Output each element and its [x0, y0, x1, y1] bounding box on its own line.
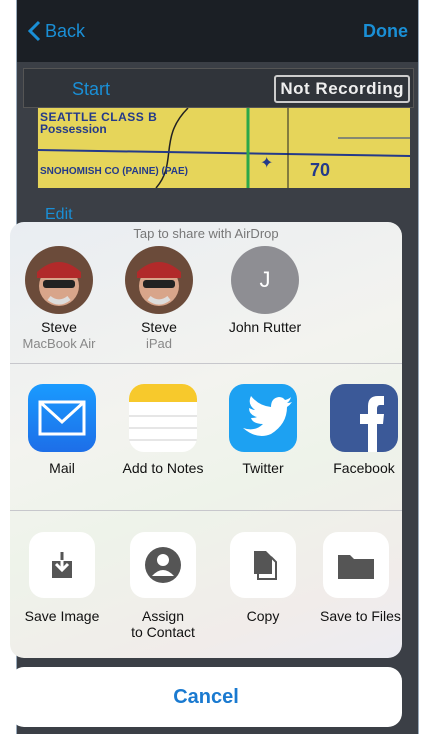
cancel-button[interactable]: Cancel	[10, 667, 402, 727]
airdrop-contact[interactable]: J John Rutter	[220, 246, 310, 335]
share-app-twitter[interactable]: Twitter	[214, 384, 312, 476]
recording-bar: Start Not Recording	[23, 68, 414, 108]
contact-name: John Rutter	[228, 319, 302, 335]
folder-icon	[323, 532, 389, 598]
start-button[interactable]: Start	[72, 79, 110, 100]
app-label: Twitter	[242, 460, 284, 476]
contact-device: iPad	[145, 336, 173, 351]
person-photo-icon	[125, 246, 193, 314]
avatar	[25, 246, 93, 314]
copy-icon	[230, 532, 296, 598]
share-sheet: Tap to share with AirDrop Steve MacBook …	[10, 222, 402, 658]
notes-icon	[129, 384, 197, 452]
contact-device: MacBook Air	[22, 336, 96, 351]
action-assign-contact[interactable]: Assign to Contact	[114, 532, 212, 640]
chevron-left-icon	[27, 20, 41, 42]
contact-name: Steve	[41, 319, 77, 335]
avatar	[125, 246, 193, 314]
back-label: Back	[45, 20, 86, 41]
share-app-mail[interactable]: Mail	[13, 384, 111, 476]
divider	[10, 510, 402, 511]
share-app-facebook[interactable]: Facebook	[315, 384, 402, 476]
save-image-icon	[29, 532, 95, 598]
airdrop-contact[interactable]: Steve MacBook Air	[14, 246, 104, 351]
map-label: Possession	[40, 122, 107, 136]
action-copy[interactable]: Copy	[214, 532, 312, 624]
svg-text:✦: ✦	[260, 155, 273, 172]
action-label: Save to Files	[320, 608, 401, 624]
back-button[interactable]: Back	[27, 20, 85, 42]
done-button[interactable]: Done	[363, 21, 408, 42]
facebook-icon	[330, 384, 398, 452]
assign-contact-icon	[130, 532, 196, 598]
app-label: Facebook	[333, 460, 395, 476]
twitter-icon	[229, 384, 297, 452]
avatar: J	[231, 246, 299, 314]
action-label: Copy	[246, 608, 280, 624]
action-save-image[interactable]: Save Image	[13, 532, 111, 624]
app-label: Mail	[49, 460, 75, 476]
app-label: Add to Notes	[122, 460, 204, 476]
share-app-notes[interactable]: Add to Notes	[114, 384, 212, 476]
action-label: Save Image	[24, 608, 100, 624]
map-label: 70	[310, 160, 331, 180]
airdrop-contact[interactable]: Steve iPad	[114, 246, 204, 351]
map-label: SNOHOMISH CO (PAINE) (PAE)	[40, 166, 188, 177]
action-label: Assign to Contact	[131, 608, 195, 640]
recording-status: Not Recording	[274, 75, 410, 103]
divider	[10, 363, 402, 364]
airdrop-hint: Tap to share with AirDrop	[133, 226, 279, 241]
nav-bar: Back Done	[17, 0, 418, 62]
action-save-to-files[interactable]: Save to Files	[310, 532, 402, 624]
contact-name: Steve	[141, 319, 177, 335]
mail-icon	[28, 384, 96, 452]
person-photo-icon	[25, 246, 93, 314]
chart-map: ✦ SEATTLE CLASS B Possession SNOHOMISH C…	[37, 108, 410, 188]
